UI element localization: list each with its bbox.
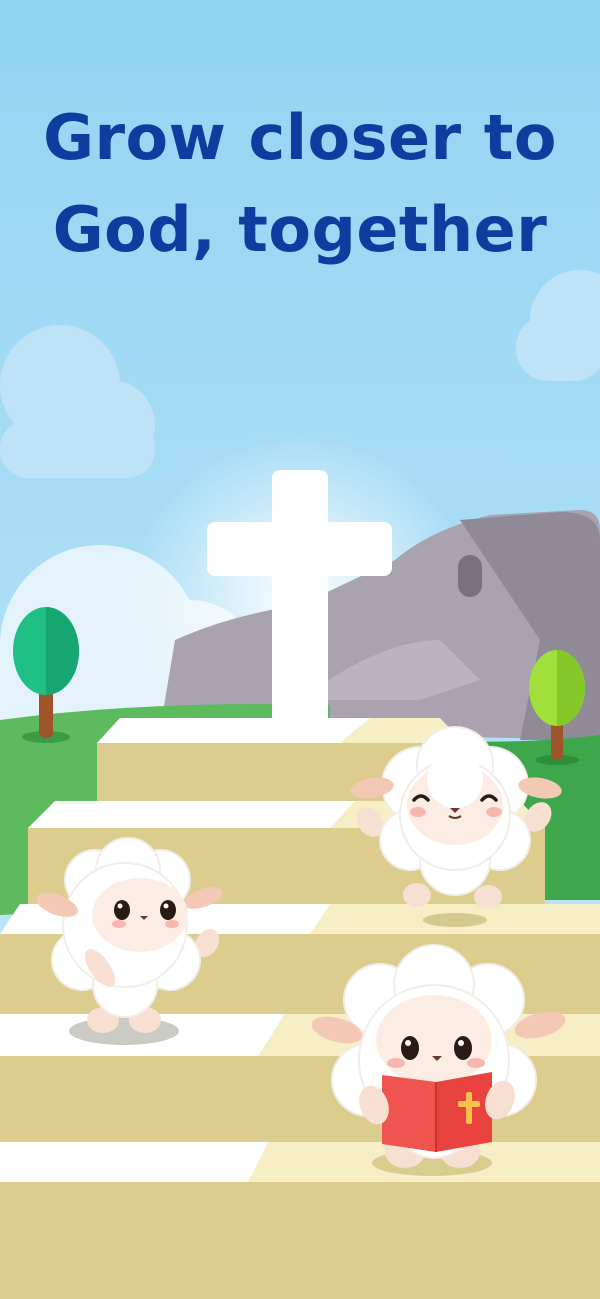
headline-line-2: God, together xyxy=(52,193,548,266)
headline: Grow closer to God, together xyxy=(0,92,600,276)
tomb-window xyxy=(458,555,482,597)
onboarding-screen: Grow closer to God, together xyxy=(0,0,600,1299)
headline-line-1: Grow closer to xyxy=(43,101,557,174)
open-bible-icon xyxy=(382,1072,492,1152)
